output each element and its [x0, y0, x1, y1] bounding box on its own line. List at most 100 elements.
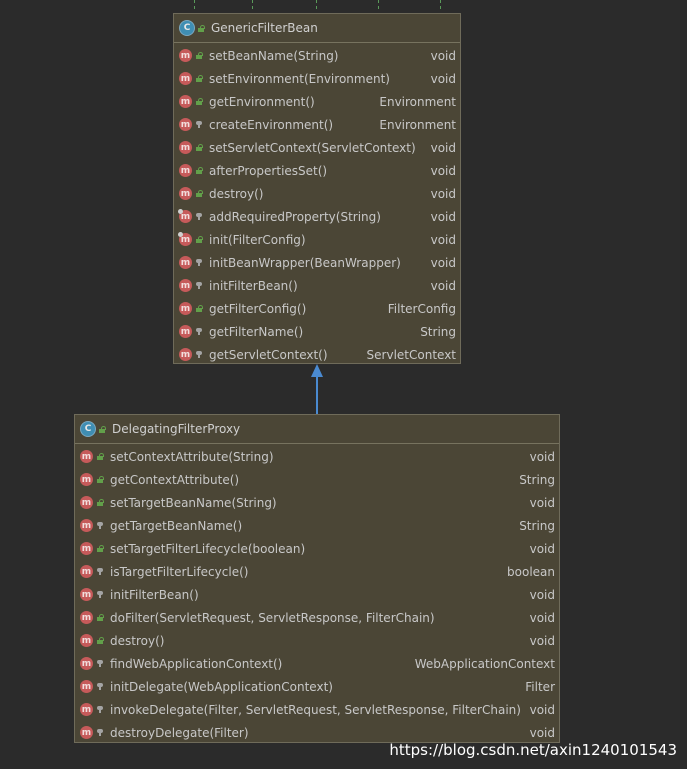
return-type: void: [430, 255, 456, 270]
method-row[interactable]: m createEnvironment() Environment: [174, 113, 460, 136]
public-visibility-icon: [198, 24, 205, 32]
return-type: void: [430, 278, 456, 293]
public-visibility-icon: [196, 75, 203, 82]
method-icon: m: [80, 611, 93, 624]
method-row[interactable]: m initFilterBean() void: [75, 583, 559, 606]
method-icon: m: [80, 450, 93, 463]
protected-visibility-icon: [196, 282, 202, 289]
method-signature: destroy(): [209, 186, 264, 201]
method-row[interactable]: m afterPropertiesSet() void: [174, 159, 460, 182]
method-icon: m: [179, 187, 192, 200]
public-visibility-icon: [97, 453, 104, 460]
return-type: void: [529, 610, 555, 625]
method-icon: m: [80, 565, 93, 578]
method-icon: m: [80, 519, 93, 532]
method-row[interactable]: m addRequiredProperty(String) void: [174, 205, 460, 228]
method-signature: init(FilterConfig): [209, 232, 306, 247]
method-row[interactable]: m getFilterName() String: [174, 320, 460, 343]
method-signature: getTargetBeanName(): [110, 518, 243, 533]
method-icon: m: [178, 209, 192, 223]
method-signature: findWebApplicationContext(): [110, 656, 283, 671]
method-row[interactable]: m getTargetBeanName() String: [75, 514, 559, 537]
method-signature: getFilterConfig(): [209, 301, 307, 316]
method-icon: m: [179, 141, 192, 154]
method-row[interactable]: m setServletContext(ServletContext) void: [174, 136, 460, 159]
method-signature: setEnvironment(Environment): [209, 71, 390, 86]
method-row[interactable]: m destroy() void: [174, 182, 460, 205]
return-type: ServletContext: [366, 347, 456, 362]
method-signature: setServletContext(ServletContext): [209, 140, 416, 155]
method-row[interactable]: m setEnvironment(Environment) void: [174, 67, 460, 90]
protected-visibility-icon: [196, 328, 202, 335]
return-type: void: [529, 495, 555, 510]
method-signature: setTargetBeanName(String): [110, 495, 277, 510]
method-icon: m: [179, 118, 192, 131]
public-visibility-icon: [97, 545, 104, 552]
method-icon: m: [179, 325, 192, 338]
method-icon: m: [80, 473, 93, 486]
public-visibility-icon: [196, 190, 203, 197]
protected-visibility-icon: [97, 706, 103, 713]
method-row[interactable]: m init(FilterConfig) void: [174, 228, 460, 251]
method-signature: setBeanName(String): [209, 48, 339, 63]
class-node-generic-filter-bean[interactable]: C GenericFilterBean m setBeanName(String)…: [173, 13, 461, 364]
watermark: https://blog.csdn.net/axin1240101543: [389, 741, 677, 759]
method-row[interactable]: m getFilterConfig() FilterConfig: [174, 297, 460, 320]
method-row[interactable]: m setTargetFilterLifecycle(boolean) void: [75, 537, 559, 560]
return-type: FilterConfig: [387, 301, 456, 316]
public-visibility-icon: [196, 52, 203, 59]
method-row[interactable]: m invokeDelegate(Filter, ServletRequest, …: [75, 698, 559, 721]
method-row[interactable]: m initBeanWrapper(BeanWrapper) void: [174, 251, 460, 274]
return-type: void: [529, 725, 555, 740]
protected-visibility-icon: [97, 683, 103, 690]
method-row[interactable]: m setContextAttribute(String) void: [75, 445, 559, 468]
method-row[interactable]: m initDelegate(WebApplicationContext) Filt…: [75, 675, 559, 698]
method-row[interactable]: m getEnvironment() Environment: [174, 90, 460, 113]
method-signature: invokeDelegate(Filter, ServletRequest, S…: [110, 702, 521, 717]
method-signature: isTargetFilterLifecycle(): [110, 564, 249, 579]
incoming-edge: [194, 0, 195, 12]
class-node-delegating-filter-proxy[interactable]: C DelegatingFilterProxy m setContextAttri…: [74, 414, 560, 743]
public-visibility-icon: [196, 98, 203, 105]
method-row[interactable]: m destroy() void: [75, 629, 559, 652]
method-signature: initDelegate(WebApplicationContext): [110, 679, 333, 694]
method-icon: m: [80, 657, 93, 670]
class-header[interactable]: C GenericFilterBean: [174, 14, 460, 43]
class-header[interactable]: C DelegatingFilterProxy: [75, 415, 559, 444]
method-row[interactable]: m getContextAttribute() String: [75, 468, 559, 491]
method-row[interactable]: m findWebApplicationContext() WebApplicati…: [75, 652, 559, 675]
return-type: void: [430, 232, 456, 247]
incoming-edge: [440, 0, 441, 12]
return-type: Environment: [379, 117, 456, 132]
member-list: m setBeanName(String) void m setEnvironment(…: [174, 43, 460, 366]
public-visibility-icon: [196, 305, 203, 312]
public-visibility-icon: [196, 167, 203, 174]
method-signature: createEnvironment(): [209, 117, 334, 132]
class-name: GenericFilterBean: [211, 21, 318, 35]
method-icon: m: [179, 49, 192, 62]
method-icon: m: [179, 72, 192, 85]
incoming-edge: [316, 0, 317, 12]
method-signature: afterPropertiesSet(): [209, 163, 328, 178]
return-type: Filter: [525, 679, 555, 694]
method-signature: initBeanWrapper(BeanWrapper): [209, 255, 401, 270]
method-icon: m: [80, 634, 93, 647]
method-row[interactable]: m isTargetFilterLifecycle() boolean: [75, 560, 559, 583]
return-type: String: [519, 472, 555, 487]
protected-visibility-icon: [196, 351, 202, 358]
method-row[interactable]: m setTargetBeanName(String) void: [75, 491, 559, 514]
return-type: void: [529, 587, 555, 602]
protected-visibility-icon: [196, 259, 202, 266]
return-type: void: [430, 163, 456, 178]
method-icon: m: [80, 588, 93, 601]
method-icon: m: [80, 726, 93, 739]
method-row[interactable]: m doFilter(ServletRequest, ServletRespons…: [75, 606, 559, 629]
method-row[interactable]: m setBeanName(String) void: [174, 44, 460, 67]
method-row[interactable]: m initFilterBean() void: [174, 274, 460, 297]
method-row[interactable]: m getServletContext() ServletContext: [174, 343, 460, 366]
method-icon: m: [179, 164, 192, 177]
return-type: Environment: [379, 94, 456, 109]
method-icon: m: [179, 348, 192, 361]
protected-visibility-icon: [196, 121, 202, 128]
method-signature: getServletContext(): [209, 347, 328, 362]
